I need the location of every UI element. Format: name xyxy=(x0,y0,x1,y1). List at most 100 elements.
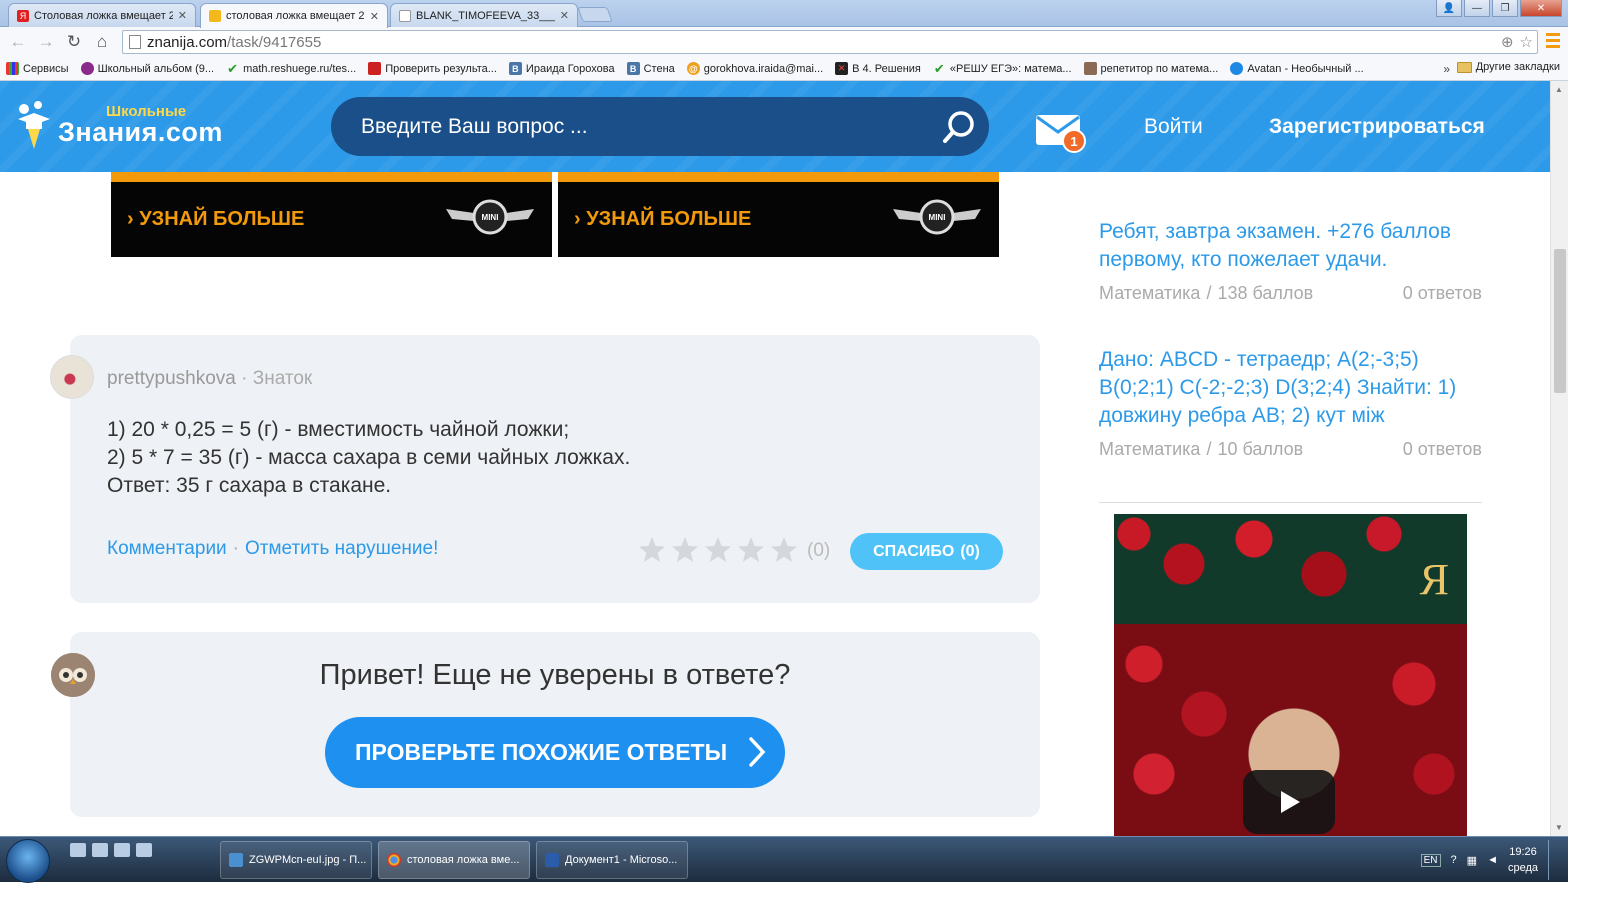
quick-launch-icon[interactable] xyxy=(92,843,108,857)
star-icon[interactable] xyxy=(671,536,699,564)
check-similar-answers-button[interactable]: ПРОВЕРЬТЕ ПОХОЖИЕ ОТВЕТЫ xyxy=(325,717,785,788)
thanks-label: СПАСИБО xyxy=(873,542,955,560)
sidebar-question-1[interactable]: Ребят, завтра экзамен. +276 баллов перво… xyxy=(1099,218,1479,274)
register-link[interactable]: Зарегистрироваться xyxy=(1269,115,1485,139)
question-answers-count: 0 ответов xyxy=(1402,439,1482,459)
mini-logo-icon: MINI xyxy=(893,199,981,235)
search-input[interactable] xyxy=(361,114,921,139)
star-icon[interactable] xyxy=(770,536,798,564)
vk-icon: B xyxy=(626,62,640,75)
bookmark-solutions[interactable]: ✕ В 4. Решения xyxy=(829,62,927,75)
close-tab-icon[interactable]: ✕ xyxy=(370,10,379,23)
author-avatar[interactable] xyxy=(50,355,94,399)
comments-link[interactable]: Комментарии xyxy=(107,538,227,559)
volume-icon[interactable]: ◄ xyxy=(1487,854,1498,866)
clock[interactable]: 19:26 среда xyxy=(1508,844,1538,876)
help-icon[interactable]: ? xyxy=(1451,854,1457,866)
task-label: ZGWPMcn-euI.jpg - П... xyxy=(249,854,367,866)
quick-launch-icon[interactable] xyxy=(136,843,152,857)
clock-day: среда xyxy=(1507,862,1538,874)
back-button[interactable]: ← xyxy=(4,29,32,55)
login-link[interactable]: Войти xyxy=(1144,115,1203,139)
scroll-down-icon[interactable]: ▼ xyxy=(1555,823,1563,832)
scroll-thumb[interactable] xyxy=(1554,249,1566,393)
author-name[interactable]: prettypushkova xyxy=(107,368,236,389)
start-button[interactable] xyxy=(6,839,50,883)
quick-launch xyxy=(70,843,152,857)
taskbar-item-image-viewer[interactable]: ZGWPMcn-euI.jpg - П... xyxy=(220,841,372,879)
browser-tab-2[interactable]: столовая ложка вмещает 2 ✕ xyxy=(200,3,388,28)
folder-icon xyxy=(1456,61,1472,73)
star-icon[interactable] xyxy=(638,536,666,564)
user-icon[interactable]: 👤 xyxy=(1436,0,1462,17)
network-icon[interactable]: ▦ xyxy=(1467,854,1477,867)
video-ad[interactable]: Я xyxy=(1114,514,1467,836)
mini-logo-icon: MINI xyxy=(446,199,534,235)
bookmark-mail[interactable]: @ gorokhova.iraida@mai... xyxy=(681,62,829,75)
browser-menu-icon[interactable] xyxy=(1546,33,1560,48)
zoom-icon[interactable]: ⊕ xyxy=(1501,33,1514,51)
play-button[interactable] xyxy=(1243,770,1335,834)
question-subject[interactable]: Математика xyxy=(1099,439,1200,459)
star-icon[interactable] xyxy=(704,536,732,564)
close-tab-icon[interactable]: ✕ xyxy=(178,9,187,22)
browser-tab-strip: Я Столовая ложка вмещает 2 ✕ столовая ло… xyxy=(0,0,1568,28)
maximize-button[interactable]: ❐ xyxy=(1492,0,1518,17)
bookmark-reshuege[interactable]: ✔ math.reshuege.ru/tes... xyxy=(220,61,362,76)
mini-brand-text: MINI xyxy=(929,213,946,222)
scroll-up-icon[interactable]: ▲ xyxy=(1555,85,1563,94)
author-rank: Знаток xyxy=(252,368,313,389)
play-icon xyxy=(1281,791,1300,813)
answer-line: 2) 5 * 7 = 35 (г) - масса сахара в семи … xyxy=(107,446,631,469)
language-indicator[interactable]: EN xyxy=(1420,853,1441,867)
znanija-favicon-icon xyxy=(209,10,221,22)
browser-tab-3[interactable]: BLANK_TIMOFEEVA_33___3 ✕ xyxy=(390,3,578,27)
home-button[interactable]: ⌂ xyxy=(88,29,116,55)
taskbar-item-chrome[interactable]: столовая ложка вме... xyxy=(378,841,530,879)
yandex-favicon-icon: Я xyxy=(17,9,29,22)
minimize-button[interactable]: — xyxy=(1464,0,1490,17)
question-subject[interactable]: Математика xyxy=(1099,283,1200,303)
other-bookmarks[interactable]: Другие закладки xyxy=(1456,61,1560,73)
star-icon[interactable] xyxy=(737,536,765,564)
bookmark-tutor[interactable]: репетитор по матема... xyxy=(1078,62,1225,75)
site-header: Школьные Знания.com 1 Войти Зарегистриро… xyxy=(0,81,1550,172)
bookmark-wall[interactable]: B Стена xyxy=(621,62,681,75)
show-desktop-icon[interactable] xyxy=(70,843,86,857)
bookmark-reshu-ege[interactable]: ✔ «РЕШУ ЕГЭ»: матема... xyxy=(927,61,1078,76)
chrome-icon xyxy=(387,853,401,867)
document-favicon-icon xyxy=(399,9,411,22)
bookmark-label: gorokhova.iraida@mai... xyxy=(703,62,824,75)
new-tab-button[interactable] xyxy=(577,7,613,22)
reload-button[interactable]: ↻ xyxy=(60,29,88,55)
notification-badge: 1 xyxy=(1062,129,1086,153)
search-icon[interactable] xyxy=(941,109,977,145)
system-tray: EN ? ▦ ◄ 19:26 среда xyxy=(1420,837,1560,883)
bookmark-services[interactable]: Сервисы xyxy=(0,62,75,75)
page-scrollbar[interactable]: ▲ ▼ xyxy=(1550,81,1568,836)
forward-button[interactable]: → xyxy=(32,29,60,55)
taskbar-item-word[interactable]: Документ1 - Microso... xyxy=(536,841,688,879)
site-logo[interactable]: Школьные Знания.com xyxy=(14,99,223,151)
bookmark-school-album[interactable]: Школьный альбом (9... xyxy=(75,62,220,75)
bookmarks-bar: Сервисы Школьный альбом (9... ✔ math.res… xyxy=(0,57,1568,81)
address-bar[interactable]: znanija.com/task/9417655 ⊕ ☆ xyxy=(122,30,1538,54)
bookmark-avatan[interactable]: Avatan - Необычный ... xyxy=(1224,62,1369,75)
quick-launch-icon[interactable] xyxy=(114,843,130,857)
apps-icon xyxy=(6,62,19,75)
sidebar-question-2[interactable]: Дано: ABCD - тетраедр; A(2;-3;5) B(0;2;1… xyxy=(1099,346,1479,430)
close-tab-icon[interactable]: ✕ xyxy=(560,9,569,22)
thanks-button[interactable]: СПАСИБО (0) xyxy=(850,533,1003,570)
browser-tab-1[interactable]: Я Столовая ложка вмещает 2 ✕ xyxy=(8,3,196,27)
word-icon xyxy=(545,853,559,867)
mini-ad-banner-2[interactable]: › УЗНАЙ БОЛЬШЕ MINI xyxy=(558,172,999,257)
bookmark-irada[interactable]: B Ираида Горохова xyxy=(503,62,621,75)
close-window-button[interactable]: ✕ xyxy=(1520,0,1562,17)
bookmark-star-icon[interactable]: ☆ xyxy=(1520,33,1533,51)
bookmark-check-results[interactable]: Проверить результа... xyxy=(362,62,503,75)
mini-ad-banner-1[interactable]: › УЗНАЙ БОЛЬШЕ MINI xyxy=(111,172,552,257)
bookmarks-overflow-button[interactable]: » xyxy=(1443,62,1450,76)
person-icon xyxy=(1083,62,1097,75)
report-link[interactable]: Отметить нарушение! xyxy=(245,538,438,559)
show-desktop-button[interactable] xyxy=(1548,840,1560,880)
